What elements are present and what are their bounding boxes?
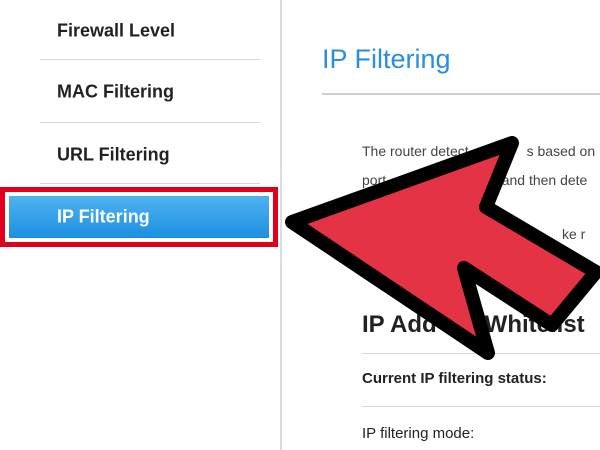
sidebar-item-firewall-level[interactable]: Firewall Level xyxy=(0,0,278,62)
row-divider xyxy=(362,353,600,354)
sidebar-item-label: IP Filtering xyxy=(57,206,150,227)
sidebar-item-label: Firewall Level xyxy=(57,20,176,41)
field-label-ip-filtering-status: Current IP filtering status: xyxy=(362,370,547,387)
sidebar-divider xyxy=(40,59,260,60)
main-content: IP Filtering The router detect s based on… xyxy=(282,0,600,450)
description-text: ke r xyxy=(562,226,586,242)
field-label-ip-filtering-mode: IP filtering mode: xyxy=(362,425,475,442)
sidebar-item-label: URL Filtering xyxy=(57,144,170,165)
title-divider xyxy=(322,93,600,95)
sidebar-divider xyxy=(40,122,260,123)
description-text: The router detect s based on xyxy=(362,143,596,159)
sidebar-divider xyxy=(40,183,260,184)
section-title: IP Add Whitelist xyxy=(362,311,585,338)
description-text: port, a and then dete xyxy=(362,172,588,188)
row-divider xyxy=(362,406,600,407)
page-title: IP Filtering xyxy=(322,44,451,74)
sidebar-item-mac-filtering[interactable]: MAC Filtering xyxy=(0,61,278,123)
sidebar-item-url-filtering[interactable]: URL Filtering xyxy=(0,124,278,186)
sidebar-item-ip-filtering[interactable]: IP Filtering xyxy=(0,187,278,247)
sidebar-item-label: MAC Filtering xyxy=(57,81,174,102)
sidebar: Firewall Level MAC Filtering URL Filteri… xyxy=(0,0,280,450)
